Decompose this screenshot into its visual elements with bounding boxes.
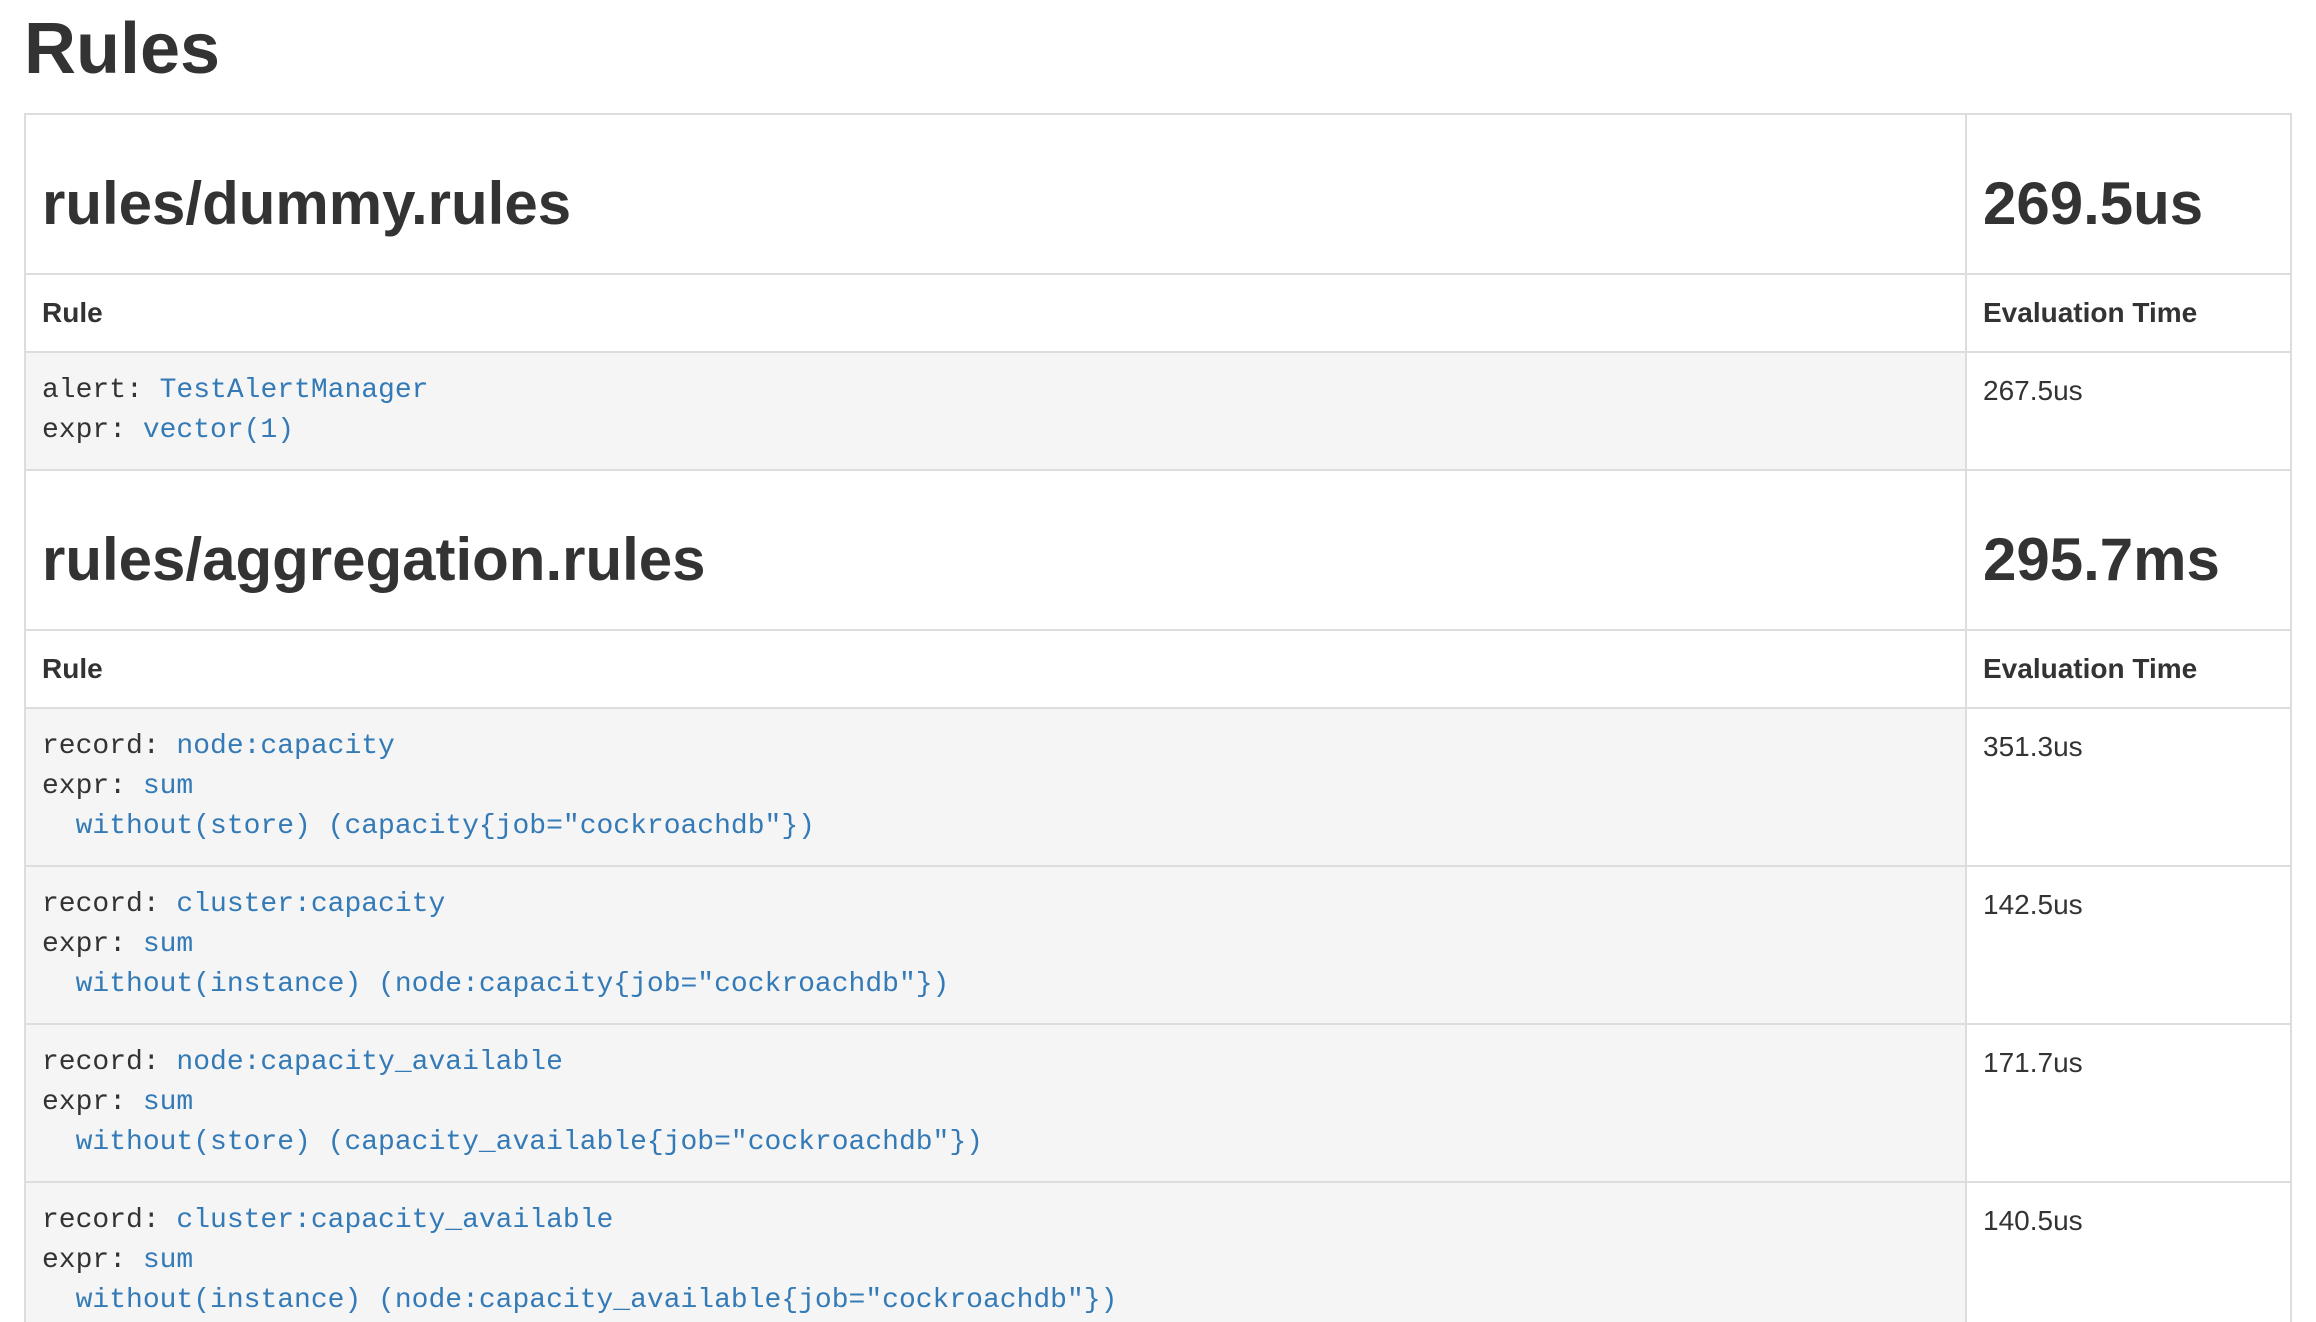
rule-group-name: rules/dummy.rules xyxy=(42,171,1949,237)
table-row: record: node:capacity expr:sum without(sto… xyxy=(25,708,2291,866)
rule-field-label: expr: xyxy=(42,1245,126,1276)
rule-name-link[interactable]: node:capacity xyxy=(176,731,394,762)
rule-field-label: expr: xyxy=(42,929,126,960)
rule-definition-cell: alert: TestAlertManager expr: vector(1) xyxy=(25,352,1966,470)
rule-field-label: record: xyxy=(42,731,160,762)
rule-expr-link[interactable]: sum without(instance) (node:capacity{job… xyxy=(42,929,949,1000)
rule-evaluation-time: 351.3us xyxy=(1966,708,2291,866)
evaluation-time-column-header: Evaluation Time xyxy=(1966,630,2291,708)
rule-field-label: record: xyxy=(42,1205,160,1236)
rule-column-header: Rule xyxy=(25,630,1966,708)
rule-evaluation-time: 142.5us xyxy=(1966,866,2291,1024)
rule-group-header-row: rules/dummy.rules 269.5us xyxy=(25,114,2291,274)
rule-name-link[interactable]: cluster:capacity_available xyxy=(176,1205,613,1236)
rule-group-evaluation-time: 295.7ms xyxy=(1983,527,2274,593)
rule-expr-line: expr:sum without(instance) (node:capacit… xyxy=(42,1241,1949,1321)
rule-evaluation-time: 171.7us xyxy=(1966,1024,2291,1182)
rule-expr-line: expr:sum without(store) (capacity_availa… xyxy=(42,1083,1949,1163)
rules-table: rules/dummy.rules 269.5us Rule Evaluatio… xyxy=(24,113,2292,1322)
rule-group-name: rules/aggregation.rules xyxy=(42,527,1949,593)
rule-expr-line: expr: vector(1) xyxy=(42,411,1949,451)
rule-field-label: expr: xyxy=(42,771,126,802)
rule-column-header: Rule xyxy=(25,274,1966,352)
rule-evaluation-time: 140.5us xyxy=(1966,1182,2291,1322)
rules-page: Rules rules/dummy.rules 269.5us Rule Eva… xyxy=(24,10,2290,1322)
rule-group-name-cell: rules/aggregation.rules xyxy=(25,470,1966,630)
rule-group-name-cell: rules/dummy.rules xyxy=(25,114,1966,274)
rule-record-line: record: node:capacity_available xyxy=(42,1043,1949,1083)
rule-record-line: record: cluster:capacity_available xyxy=(42,1201,1949,1241)
rule-definition-cell: record: node:capacity_available expr:sum w… xyxy=(25,1024,1966,1182)
rule-name-link[interactable]: cluster:capacity xyxy=(176,889,445,920)
column-header-row: Rule Evaluation Time xyxy=(25,274,2291,352)
rule-evaluation-time: 267.5us xyxy=(1966,352,2291,470)
rule-definition-cell: record: node:capacity expr:sum without(sto… xyxy=(25,708,1966,866)
rule-record-line: record: node:capacity xyxy=(42,727,1949,767)
rule-definition-cell: record: cluster:capacity_available expr:su… xyxy=(25,1182,1966,1322)
rule-name-link[interactable]: TestAlertManager xyxy=(160,375,429,406)
rule-group-time-cell: 269.5us xyxy=(1966,114,2291,274)
rule-field-label: expr: xyxy=(42,1087,126,1118)
rule-field-label: expr: xyxy=(42,415,126,446)
rule-alert-line: alert: TestAlertManager xyxy=(42,371,1949,411)
table-row: record: node:capacity_available expr:sum w… xyxy=(25,1024,2291,1182)
rule-field-label: alert: xyxy=(42,375,143,406)
rule-expr-link[interactable]: sum without(store) (capacity{job="cockro… xyxy=(42,771,815,842)
rule-name-link[interactable]: node:capacity_available xyxy=(176,1047,562,1078)
rule-group-header-row: rules/aggregation.rules 295.7ms xyxy=(25,470,2291,630)
rule-expr-link[interactable]: sum without(instance) (node:capacity_ava… xyxy=(42,1245,1117,1316)
table-row: record: cluster:capacity expr:sum without(… xyxy=(25,866,2291,1024)
rule-record-line: record: cluster:capacity xyxy=(42,885,1949,925)
rule-field-label: record: xyxy=(42,889,160,920)
rule-expr-link[interactable]: vector(1) xyxy=(143,415,294,446)
rule-expr-line: expr:sum without(store) (capacity{job="c… xyxy=(42,767,1949,847)
rule-group-evaluation-time: 269.5us xyxy=(1983,171,2274,237)
column-header-row: Rule Evaluation Time xyxy=(25,630,2291,708)
table-row: alert: TestAlertManager expr: vector(1) 267… xyxy=(25,352,2291,470)
evaluation-time-column-header: Evaluation Time xyxy=(1966,274,2291,352)
rule-expr-line: expr:sum without(instance) (node:capacit… xyxy=(42,925,1949,1005)
rule-field-label: record: xyxy=(42,1047,160,1078)
rule-expr-link[interactable]: sum without(store) (capacity_available{j… xyxy=(42,1087,983,1158)
page-title: Rules xyxy=(24,10,2290,89)
rule-definition-cell: record: cluster:capacity expr:sum without(… xyxy=(25,866,1966,1024)
rule-group-time-cell: 295.7ms xyxy=(1966,470,2291,630)
table-row: record: cluster:capacity_available expr:su… xyxy=(25,1182,2291,1322)
